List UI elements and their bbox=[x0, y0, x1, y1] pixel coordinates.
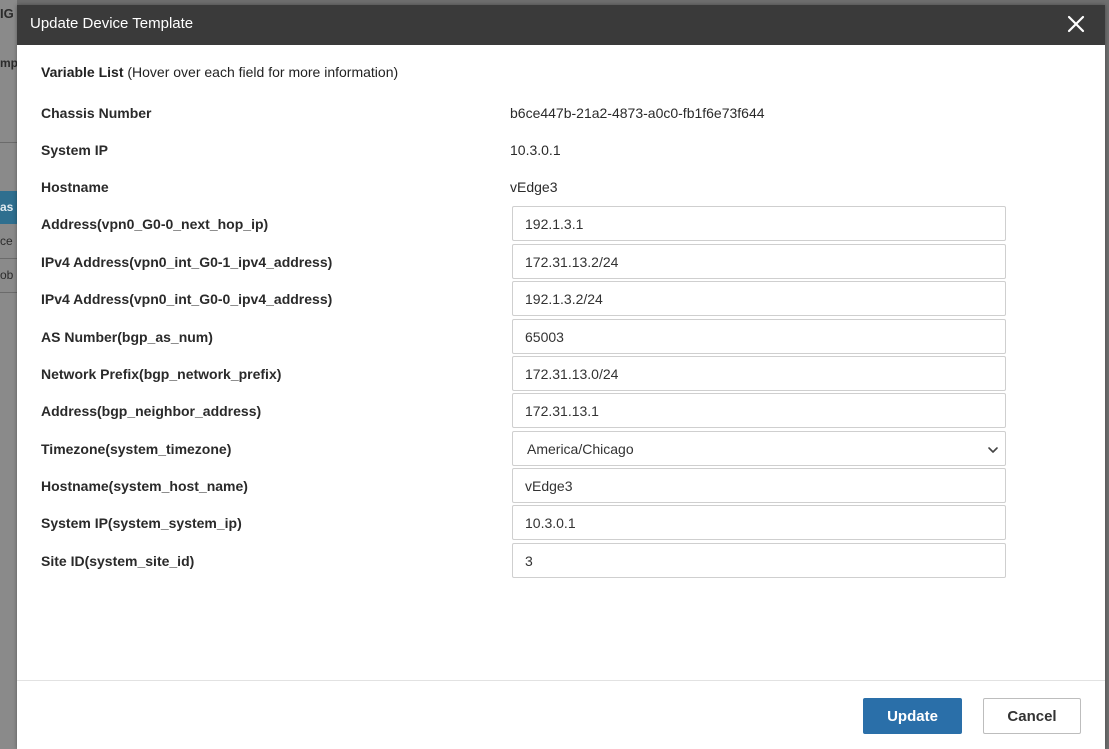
hostname-value: vEdge3 bbox=[510, 179, 558, 195]
as-number-input[interactable] bbox=[512, 319, 1006, 354]
system-system-ip-label: System IP(system_system_ip) bbox=[41, 515, 242, 531]
variable-list-heading: Variable List (Hover over each field for… bbox=[41, 64, 398, 80]
background-page: IG mp as ce ob bbox=[0, 0, 17, 749]
variable-list-title: Variable List bbox=[41, 64, 124, 80]
modal-title: Update Device Template bbox=[30, 15, 194, 32]
chassis-number-value: b6ce447b-21a2-4873-a0c0-fb1f6e73f644 bbox=[510, 105, 765, 121]
modal-body: Variable List (Hover over each field for… bbox=[17, 45, 1105, 681]
hostname-label: Hostname bbox=[41, 179, 109, 195]
update-button[interactable]: Update bbox=[863, 698, 962, 734]
modal-footer: Update Cancel bbox=[17, 680, 1105, 749]
network-prefix-input[interactable] bbox=[512, 356, 1006, 391]
cancel-button[interactable]: Cancel bbox=[983, 698, 1081, 734]
background-divider bbox=[0, 258, 17, 259]
next-hop-ip-input[interactable] bbox=[512, 206, 1006, 241]
variable-list-hint: (Hover over each field for more informat… bbox=[127, 64, 399, 80]
host-name-label: Hostname(system_host_name) bbox=[41, 478, 248, 494]
g0-1-ipv4-address-label: IPv4 Address(vpn0_int_G0-1_ipv4_address) bbox=[41, 254, 333, 270]
g0-1-ipv4-address-input[interactable] bbox=[512, 244, 1006, 279]
chassis-number-label: Chassis Number bbox=[41, 105, 152, 121]
background-text-fragment: ce bbox=[0, 234, 13, 248]
background-text-fragment: ob bbox=[0, 268, 14, 282]
network-prefix-label: Network Prefix(bgp_network_prefix) bbox=[41, 366, 282, 382]
close-button[interactable] bbox=[1065, 13, 1087, 35]
timezone-label: Timezone(system_timezone) bbox=[41, 441, 232, 457]
background-text-fragment: IG bbox=[0, 6, 14, 21]
bgp-neighbor-address-label: Address(bgp_neighbor_address) bbox=[41, 403, 262, 419]
host-name-input[interactable] bbox=[512, 468, 1006, 503]
system-system-ip-input[interactable] bbox=[512, 505, 1006, 540]
timezone-select[interactable]: America/Chicago bbox=[512, 431, 1006, 466]
system-ip-value: 10.3.0.1 bbox=[510, 142, 561, 158]
background-text-fragment: mp bbox=[0, 56, 17, 70]
site-id-label: Site ID(system_site_id) bbox=[41, 553, 195, 569]
background-divider bbox=[0, 292, 17, 293]
update-device-template-modal: Update Device Template Variable List (Ho… bbox=[17, 5, 1105, 749]
modal-header: Update Device Template bbox=[17, 5, 1105, 45]
as-number-label: AS Number(bgp_as_num) bbox=[41, 329, 213, 345]
chevron-down-icon bbox=[988, 447, 998, 453]
background-divider bbox=[0, 142, 17, 143]
close-icon bbox=[1067, 15, 1085, 33]
g0-0-ipv4-address-label: IPv4 Address(vpn0_int_G0-0_ipv4_address) bbox=[41, 291, 333, 307]
bgp-neighbor-address-input[interactable] bbox=[512, 393, 1006, 428]
g0-0-ipv4-address-input[interactable] bbox=[512, 281, 1006, 316]
timezone-selected-value: America/Chicago bbox=[527, 441, 634, 457]
background-text-fragment: as bbox=[0, 200, 14, 214]
site-id-input[interactable] bbox=[512, 543, 1006, 578]
next-hop-ip-label: Address(vpn0_G0-0_next_hop_ip) bbox=[41, 216, 269, 232]
system-ip-label: System IP bbox=[41, 142, 108, 158]
